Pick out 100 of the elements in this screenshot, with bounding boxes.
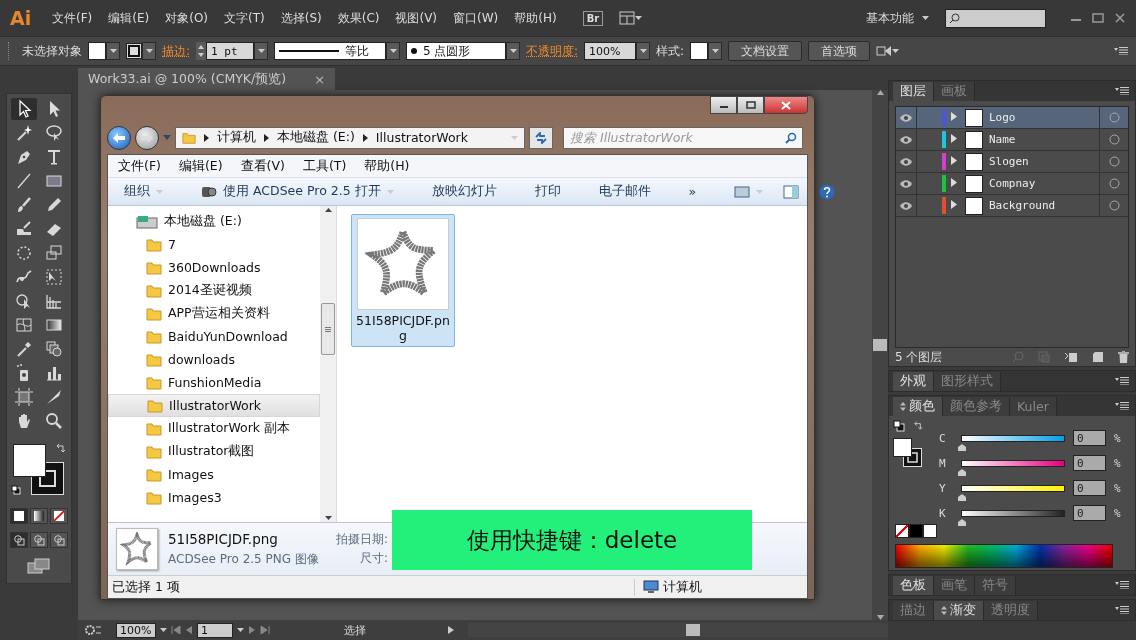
panel-tab[interactable]: 外观 bbox=[893, 372, 934, 391]
gear-icon[interactable] bbox=[84, 624, 102, 636]
folder-tree-item[interactable]: APP营运相关资料 bbox=[108, 302, 320, 325]
folder-tree-item[interactable]: IllustratorWork bbox=[108, 394, 320, 417]
folder-tree-item[interactable]: Images3 bbox=[108, 486, 320, 509]
menu-item[interactable]: 效果(C) bbox=[337, 9, 380, 27]
color-swatch[interactable] bbox=[923, 524, 937, 538]
command-button[interactable]: 组织 bbox=[124, 183, 163, 200]
channel-value-field[interactable]: 0 bbox=[1073, 505, 1106, 521]
default-colors-icon[interactable] bbox=[893, 420, 905, 432]
folder-tree-item[interactable]: IllustratorWork 副本 bbox=[108, 417, 320, 440]
layer-row[interactable]: Background bbox=[896, 195, 1128, 217]
trash-icon[interactable] bbox=[1118, 351, 1129, 363]
panel-menu-icon[interactable] bbox=[1114, 47, 1128, 55]
scrollbar[interactable] bbox=[320, 206, 336, 522]
dropdown-button[interactable] bbox=[106, 42, 120, 60]
scroll-thumb[interactable] bbox=[873, 339, 887, 351]
panel-menu-icon[interactable] bbox=[1115, 606, 1129, 614]
target-circle-icon[interactable] bbox=[1108, 178, 1120, 189]
expand-triangle-icon[interactable] bbox=[951, 134, 957, 143]
new-sublayer-icon[interactable] bbox=[1064, 351, 1078, 363]
dropdown-button[interactable] bbox=[386, 42, 401, 60]
search-field[interactable] bbox=[945, 8, 1046, 28]
eye-icon[interactable] bbox=[899, 157, 913, 166]
fill-mode-button[interactable] bbox=[50, 508, 68, 524]
fill-mode-button[interactable] bbox=[10, 508, 28, 524]
layer-row[interactable]: Compnay bbox=[896, 173, 1128, 195]
menu-item[interactable]: 帮助(H) bbox=[514, 9, 557, 27]
command-button[interactable]: 电子邮件 bbox=[598, 183, 651, 200]
menu-item[interactable]: 编辑(E) bbox=[178, 157, 223, 175]
menu-item[interactable]: 帮助(H) bbox=[364, 157, 410, 175]
command-button[interactable]: 使用 ACDSee Pro 2.5 打开 bbox=[201, 183, 394, 200]
refresh-button[interactable] bbox=[529, 126, 553, 149]
dropdown-button[interactable] bbox=[636, 42, 651, 60]
scroll-thumb[interactable] bbox=[686, 624, 701, 636]
swap-arrows-icon[interactable] bbox=[55, 442, 67, 454]
folder-tree-item[interactable]: downloads bbox=[108, 348, 320, 371]
stroke-swatch[interactable] bbox=[126, 43, 142, 59]
maximize-button[interactable] bbox=[737, 96, 764, 114]
default-colors-icon[interactable] bbox=[11, 485, 21, 495]
target-circle-icon[interactable] bbox=[1108, 134, 1120, 145]
panel-menu-icon[interactable] bbox=[1115, 87, 1129, 95]
fill-swatch[interactable] bbox=[88, 42, 106, 60]
toolbar-button[interactable]: 首选项 bbox=[808, 41, 871, 61]
menu-item[interactable]: 文件(F) bbox=[118, 157, 161, 175]
channel-value-field[interactable]: 0 bbox=[1073, 480, 1106, 496]
arrange-documents-icon[interactable] bbox=[619, 11, 636, 25]
fill-stroke-swatches[interactable] bbox=[13, 444, 64, 495]
stepper-icon[interactable] bbox=[196, 42, 207, 60]
menu-item[interactable]: 工具(T) bbox=[302, 157, 347, 175]
panel-tab[interactable]: 图层 bbox=[893, 82, 934, 101]
dropdown-button[interactable] bbox=[506, 42, 521, 60]
panel-tab[interactable]: 颜色 bbox=[893, 397, 943, 416]
breadcrumb-item[interactable]: 本地磁盘 (E:) bbox=[277, 129, 355, 146]
scrollbar[interactable] bbox=[872, 90, 888, 620]
color-swatch[interactable] bbox=[909, 524, 923, 538]
first-page-icon[interactable] bbox=[171, 626, 181, 634]
expand-triangle-icon[interactable] bbox=[951, 200, 957, 209]
isolate-icon[interactable] bbox=[876, 44, 893, 58]
dropdown-button[interactable] bbox=[254, 42, 269, 60]
folder-tree-item[interactable]: Illustrator截图 bbox=[108, 440, 320, 463]
selection-arrow-tool[interactable] bbox=[11, 98, 37, 120]
style-swatch[interactable] bbox=[690, 42, 709, 60]
panel-tab[interactable]: 色板 bbox=[893, 576, 934, 595]
channel-value-field[interactable]: 0 bbox=[1073, 430, 1106, 446]
draw-mode-button[interactable] bbox=[30, 532, 48, 548]
eye-icon[interactable] bbox=[899, 179, 913, 188]
folder-tree-item[interactable]: 360Downloads bbox=[108, 256, 320, 279]
command-button[interactable]: » bbox=[688, 184, 697, 199]
menu-item[interactable]: 选择(S) bbox=[280, 9, 322, 27]
dropdown-button[interactable] bbox=[142, 42, 156, 60]
menu-item[interactable]: 视图(V) bbox=[395, 9, 438, 27]
address-bar[interactable]: 计算机 本地磁盘 (E:) IllustratorWork bbox=[175, 126, 525, 149]
stroke-link[interactable]: 描边: bbox=[162, 42, 191, 60]
expand-triangle-icon[interactable] bbox=[951, 156, 957, 165]
panel-menu-icon[interactable] bbox=[1115, 581, 1129, 589]
bridge-button[interactable]: Br bbox=[582, 10, 604, 26]
layer-row[interactable]: Name bbox=[896, 129, 1128, 151]
help-icon[interactable] bbox=[819, 183, 836, 200]
menu-item[interactable]: 窗口(W) bbox=[453, 9, 499, 27]
folder-tree-item[interactable]: BaiduYunDownload bbox=[108, 325, 320, 348]
opacity-field[interactable]: 100% bbox=[584, 42, 637, 60]
forward-button[interactable] bbox=[135, 125, 159, 150]
new-layer-icon[interactable] bbox=[1092, 351, 1104, 363]
scrollbar[interactable] bbox=[468, 623, 888, 637]
fill-mode-button[interactable] bbox=[30, 508, 48, 524]
draw-mode-button[interactable] bbox=[10, 532, 28, 548]
next-page-icon[interactable] bbox=[248, 626, 256, 634]
screen-mode-icon[interactable] bbox=[27, 558, 51, 574]
none-swatch[interactable] bbox=[895, 524, 909, 538]
folder-tree-item[interactable]: 7 bbox=[108, 233, 320, 256]
panel-tab[interactable]: 渐变 bbox=[934, 601, 984, 620]
search-field[interactable]: 搜索 IllustratorWork bbox=[563, 126, 803, 149]
stroke-weight-field[interactable]: 1 pt bbox=[206, 42, 255, 60]
target-circle-icon[interactable] bbox=[1108, 156, 1120, 167]
expand-triangle-icon[interactable] bbox=[951, 178, 957, 187]
channel-value-field[interactable]: 0 bbox=[1073, 455, 1106, 471]
eye-icon[interactable] bbox=[899, 201, 913, 210]
fill-stroke-swatches[interactable] bbox=[893, 438, 922, 467]
folder-tree-item[interactable]: Images bbox=[108, 463, 320, 486]
